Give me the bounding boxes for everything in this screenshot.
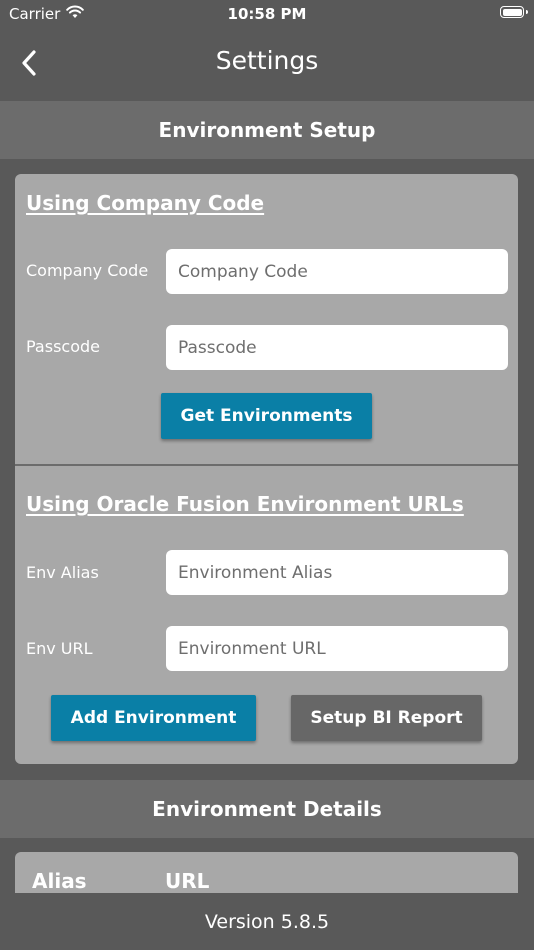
company-code-heading: Using Company Code xyxy=(26,191,265,215)
env-alias-label: Env Alias xyxy=(26,563,99,582)
env-alias-input[interactable] xyxy=(166,550,508,595)
url-column-header: URL xyxy=(165,869,210,893)
company-code-label: Company Code xyxy=(26,261,149,280)
add-environment-button[interactable]: Add Environment xyxy=(51,695,256,741)
status-bar: Carrier 10:58 PM xyxy=(0,0,534,28)
alias-column-header: Alias xyxy=(32,869,87,893)
environment-setup-panel: Using Company Code Company Code Passcode… xyxy=(15,174,518,764)
section-divider xyxy=(15,464,518,466)
battery-icon xyxy=(500,6,528,18)
passcode-label: Passcode xyxy=(26,337,100,356)
environment-setup-header: Environment Setup xyxy=(0,101,534,159)
oracle-urls-heading: Using Oracle Fusion Environment URLs xyxy=(26,492,464,516)
clock: 10:58 PM xyxy=(227,5,307,23)
navigation-bar: Settings xyxy=(0,28,534,100)
env-url-label: Env URL xyxy=(26,639,93,658)
setup-bi-report-button[interactable]: Setup BI Report xyxy=(291,695,482,741)
passcode-input[interactable] xyxy=(166,325,508,370)
page-title: Settings xyxy=(215,46,319,75)
environment-details-header: Environment Details xyxy=(0,780,534,838)
version-footer: Version 5.8.5 xyxy=(0,893,534,950)
get-environments-button[interactable]: Get Environments xyxy=(161,393,372,439)
env-url-input[interactable] xyxy=(166,626,508,671)
company-code-input[interactable] xyxy=(166,249,508,294)
